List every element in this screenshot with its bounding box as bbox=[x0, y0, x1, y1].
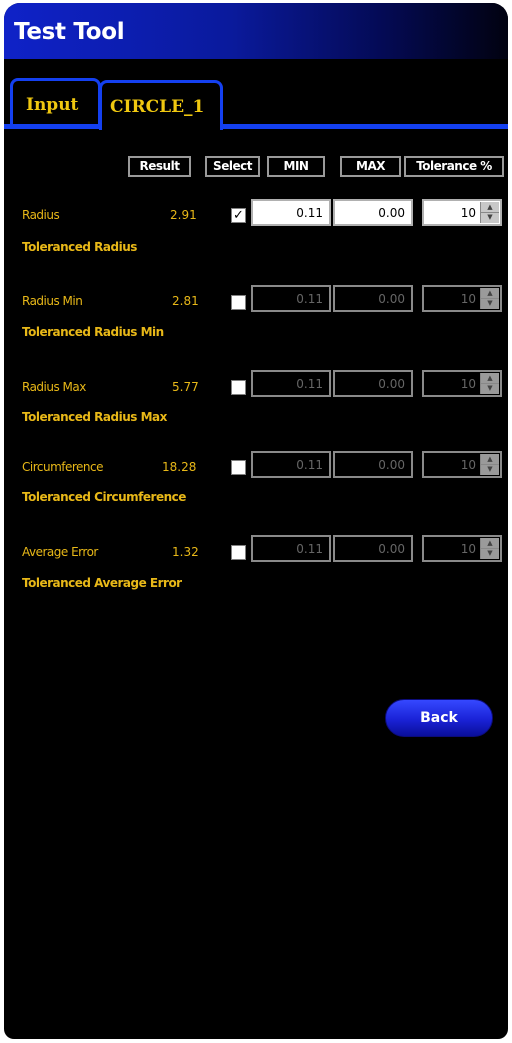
tolerance-value: 10 bbox=[460, 206, 476, 220]
row-result-circumference: 18.28 bbox=[162, 460, 197, 474]
max-field-circumference[interactable]: 0.00 bbox=[333, 451, 413, 478]
spinner-buttons[interactable]: ▲ ▼ bbox=[480, 538, 499, 559]
min-field-radius-max[interactable]: 0.11 bbox=[251, 370, 331, 397]
max-field-radius-min[interactable]: 0.00 bbox=[333, 285, 413, 312]
spinner-buttons[interactable]: ▲ ▼ bbox=[480, 288, 499, 309]
title-bar: Test Tool bbox=[4, 3, 508, 59]
spinner-buttons[interactable]: ▲ ▼ bbox=[480, 454, 499, 475]
row-label-radius-max: Radius Max bbox=[22, 380, 86, 394]
window-title: Test Tool bbox=[14, 19, 125, 45]
tolerance-spinner-radius[interactable]: 10 ▲ ▼ bbox=[422, 199, 502, 226]
row-label-circumference: Circumference bbox=[22, 460, 104, 474]
sub-label-radius-max: Toleranced Radius Max bbox=[22, 410, 167, 424]
header-tolerance: Tolerance % bbox=[404, 156, 504, 177]
tolerance-spinner-radius-max[interactable]: 10 ▲ ▼ bbox=[422, 370, 502, 397]
tolerance-spinner-radius-min[interactable]: 10 ▲ ▼ bbox=[422, 285, 502, 312]
spin-down-icon[interactable]: ▼ bbox=[481, 548, 499, 558]
tab-strip: Input CIRCLE_1 bbox=[4, 59, 508, 131]
row-result-radius-min: 2.81 bbox=[172, 294, 199, 308]
row-label-radius: Radius bbox=[22, 208, 60, 222]
row-label-average-error: Average Error bbox=[22, 545, 98, 559]
max-field-radius[interactable]: 0.00 bbox=[333, 199, 413, 226]
header-min: MIN bbox=[267, 156, 325, 177]
max-field-radius-max[interactable]: 0.00 bbox=[333, 370, 413, 397]
spin-down-icon[interactable]: ▼ bbox=[481, 383, 499, 393]
spin-down-icon[interactable]: ▼ bbox=[481, 464, 499, 474]
tolerance-value: 10 bbox=[460, 292, 476, 306]
min-field-circumference[interactable]: 0.11 bbox=[251, 451, 331, 478]
sub-label-radius-min: Toleranced Radius Min bbox=[22, 325, 164, 339]
row-result-radius-max: 5.77 bbox=[172, 380, 199, 394]
spinner-buttons[interactable]: ▲ ▼ bbox=[480, 373, 499, 394]
select-checkbox-radius-max[interactable] bbox=[231, 380, 246, 395]
header-select: Select bbox=[205, 156, 260, 177]
tolerance-value: 10 bbox=[460, 458, 476, 472]
max-field-average-error[interactable]: 0.00 bbox=[333, 535, 413, 562]
sub-label-average-error: Toleranced Average Error bbox=[22, 576, 182, 590]
spinner-buttons[interactable]: ▲ ▼ bbox=[480, 202, 499, 223]
min-field-radius[interactable]: 0.11 bbox=[251, 199, 331, 226]
tolerance-value: 10 bbox=[460, 377, 476, 391]
tolerance-spinner-circumference[interactable]: 10 ▲ ▼ bbox=[422, 451, 502, 478]
select-checkbox-radius[interactable]: ✓ bbox=[231, 208, 246, 223]
row-label-radius-min: Radius Min bbox=[22, 294, 83, 308]
min-field-average-error[interactable]: 0.11 bbox=[251, 535, 331, 562]
sub-label-circumference: Toleranced Circumference bbox=[22, 490, 186, 504]
tab-input[interactable]: Input bbox=[10, 78, 101, 126]
row-result-average-error: 1.32 bbox=[172, 545, 199, 559]
tab-underline bbox=[4, 124, 508, 129]
header-max: MAX bbox=[340, 156, 401, 177]
select-checkbox-radius-min[interactable] bbox=[231, 295, 246, 310]
spin-down-icon[interactable]: ▼ bbox=[481, 298, 499, 308]
header-result: Result bbox=[128, 156, 191, 177]
spin-down-icon[interactable]: ▼ bbox=[481, 212, 499, 222]
sub-label-radius: Toleranced Radius bbox=[22, 240, 137, 254]
active-tab-gap bbox=[102, 124, 220, 129]
row-result-radius: 2.91 bbox=[170, 208, 197, 222]
select-checkbox-average-error[interactable] bbox=[231, 545, 246, 560]
tolerance-spinner-average-error[interactable]: 10 ▲ ▼ bbox=[422, 535, 502, 562]
select-checkbox-circumference[interactable] bbox=[231, 460, 246, 475]
back-button[interactable]: Back bbox=[385, 699, 493, 737]
tolerance-value: 10 bbox=[460, 542, 476, 556]
tab-circle-1[interactable]: CIRCLE_1 bbox=[99, 80, 223, 130]
checkmark-icon: ✓ bbox=[233, 208, 244, 223]
min-field-radius-min[interactable]: 0.11 bbox=[251, 285, 331, 312]
test-tool-window: Test Tool Input CIRCLE_1 Result Select M… bbox=[4, 3, 508, 1039]
